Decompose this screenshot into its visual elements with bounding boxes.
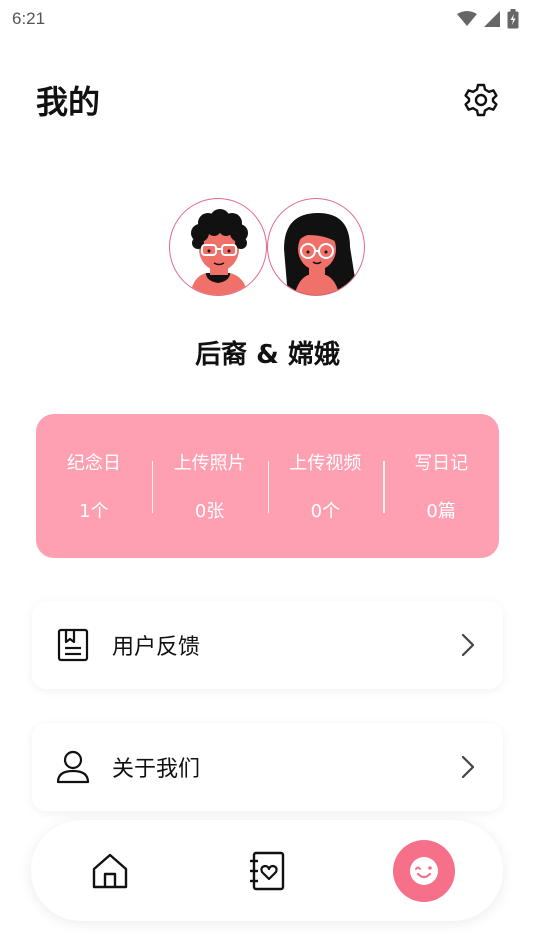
girl-avatar-image xyxy=(284,213,358,295)
home-icon xyxy=(92,853,127,888)
stat-videos[interactable]: 上传视频 0个 xyxy=(267,414,384,558)
boy-avatar-image xyxy=(190,209,248,295)
couple-avatars xyxy=(169,198,369,298)
stat-value: 0篇 xyxy=(426,501,456,522)
stat-label: 上传照片 xyxy=(173,453,246,474)
boy-avatar[interactable] xyxy=(169,198,267,296)
menu-item-label: 用户反馈 xyxy=(112,635,201,660)
status-icons xyxy=(457,9,519,29)
stat-photos[interactable]: 上传照片 0张 xyxy=(151,414,268,558)
user-icon xyxy=(54,748,92,786)
stat-label: 写日记 xyxy=(414,453,469,474)
menu-item-feedback[interactable]: 用户反馈 xyxy=(32,601,503,689)
battery-icon xyxy=(507,9,519,29)
header: 我的 xyxy=(36,76,501,124)
chevron-right-icon xyxy=(457,752,479,782)
signal-icon xyxy=(484,10,500,27)
stat-value: 1个 xyxy=(79,501,109,522)
stat-label: 纪念日 xyxy=(66,453,121,474)
status-bar: 6:21 xyxy=(0,0,535,38)
page-title: 我的 xyxy=(36,83,101,121)
couple-names: 后裔 & 嫦娥 xyxy=(195,340,340,370)
settings-button[interactable] xyxy=(461,80,501,120)
menu-item-about[interactable]: 关于我们 xyxy=(32,723,503,811)
wifi-icon xyxy=(457,11,477,26)
girl-avatar[interactable] xyxy=(267,198,365,296)
smile-icon xyxy=(410,856,439,885)
chevron-right-icon xyxy=(457,630,479,660)
stat-diary[interactable]: 写日记 0篇 xyxy=(383,414,499,558)
stat-value: 0张 xyxy=(194,501,225,522)
stat-label: 上传视频 xyxy=(289,453,362,474)
stats-card: 纪念日 1个 上传照片 0张 上传视频 0个 写日记 0篇 xyxy=(36,414,499,558)
nav-mine[interactable] xyxy=(393,839,456,902)
feedback-icon xyxy=(54,626,92,664)
nav-home[interactable] xyxy=(79,840,141,902)
nav-diary[interactable] xyxy=(236,840,298,902)
status-time: 6:21 xyxy=(12,9,46,28)
stat-value: 0个 xyxy=(310,501,341,522)
gear-icon xyxy=(464,83,498,117)
stat-anniversary[interactable]: 纪念日 1个 xyxy=(36,414,152,558)
menu-item-label: 关于我们 xyxy=(112,757,201,782)
diary-icon xyxy=(249,851,285,890)
bottom-nav xyxy=(31,820,503,921)
